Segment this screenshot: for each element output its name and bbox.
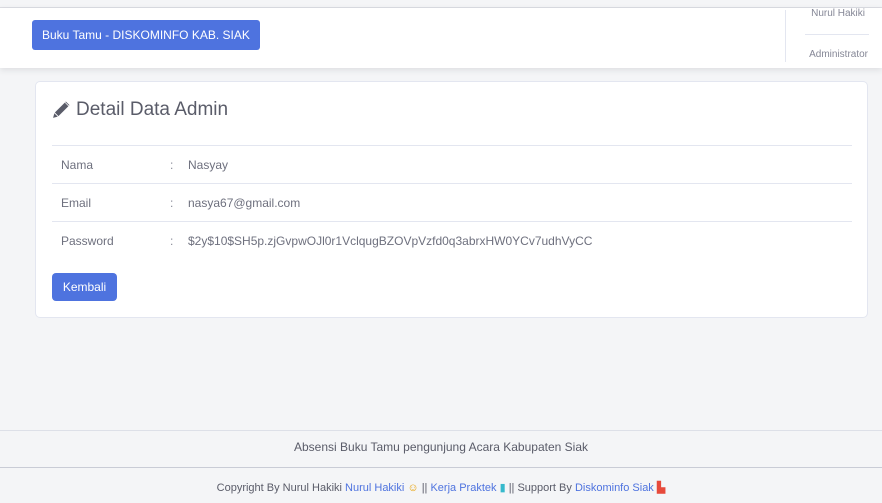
row-separator: : xyxy=(170,158,174,172)
back-button[interactable]: Kembali xyxy=(52,273,117,301)
footer-support-text: || Support By xyxy=(508,482,572,494)
building-icon: ▙ xyxy=(656,482,666,494)
card-title-text: Detail Data Admin xyxy=(76,99,229,120)
row-label: Nama xyxy=(61,158,94,172)
footer-title: Absensi Buku Tamu pengunjung Acara Kabup… xyxy=(294,440,588,454)
phone-icon: ▮ xyxy=(499,482,506,494)
footer-link-kerja-praktek[interactable]: Kerja Praktek xyxy=(430,482,496,494)
row-value: Nasyay xyxy=(188,158,229,172)
user-role[interactable]: Administrator xyxy=(809,49,868,60)
copyright-prefix: Copyright By Nurul Hakiki xyxy=(216,482,342,494)
table-row-nama: Nama : Nasyay xyxy=(52,145,852,183)
footer-divider xyxy=(0,430,882,431)
table-row-email: Email : nasya67@gmail.com xyxy=(52,183,852,221)
footer-link-diskominfo-siak[interactable]: Diskominfo Siak xyxy=(575,482,654,494)
detail-table: Nama : Nasyay Email : nasya67@gmail.com … xyxy=(52,145,852,259)
table-row-password: Password : $2y$10$SH5p.zjGvpwOJl0r1Vclqu… xyxy=(52,221,852,259)
row-separator: : xyxy=(170,234,174,248)
user-menu-divider xyxy=(805,34,869,35)
footer-link-nurul-hakiki[interactable]: Nurul Hakiki xyxy=(345,482,404,494)
footer-separator: || xyxy=(421,482,428,494)
footer-divider-bottom xyxy=(0,467,882,468)
footer-copyright: Copyright By Nurul Hakiki Nurul Hakiki ☺… xyxy=(0,481,882,494)
smile-icon: ☺ xyxy=(407,482,419,494)
row-label: Password xyxy=(61,234,114,248)
user-name[interactable]: Nurul Hakiki xyxy=(811,8,865,19)
row-label: Email xyxy=(61,196,92,210)
navbar-divider xyxy=(785,10,786,62)
pencil-icon xyxy=(53,101,70,118)
card-title: Detail Data Admin xyxy=(52,98,228,122)
detail-card: Detail Data Admin Nama : Nasyay Email : … xyxy=(35,81,868,318)
row-value: $2y$10$SH5p.zjGvpwOJl0r1VclqugBZOVpVzfd0… xyxy=(188,234,593,248)
top-navbar: Buku Tamu - DISKOMINFO KAB. SIAK Nurul H… xyxy=(0,8,882,68)
row-value: nasya67@gmail.com xyxy=(188,196,301,210)
brand-button[interactable]: Buku Tamu - DISKOMINFO KAB. SIAK xyxy=(32,20,260,50)
row-separator: : xyxy=(170,196,174,210)
